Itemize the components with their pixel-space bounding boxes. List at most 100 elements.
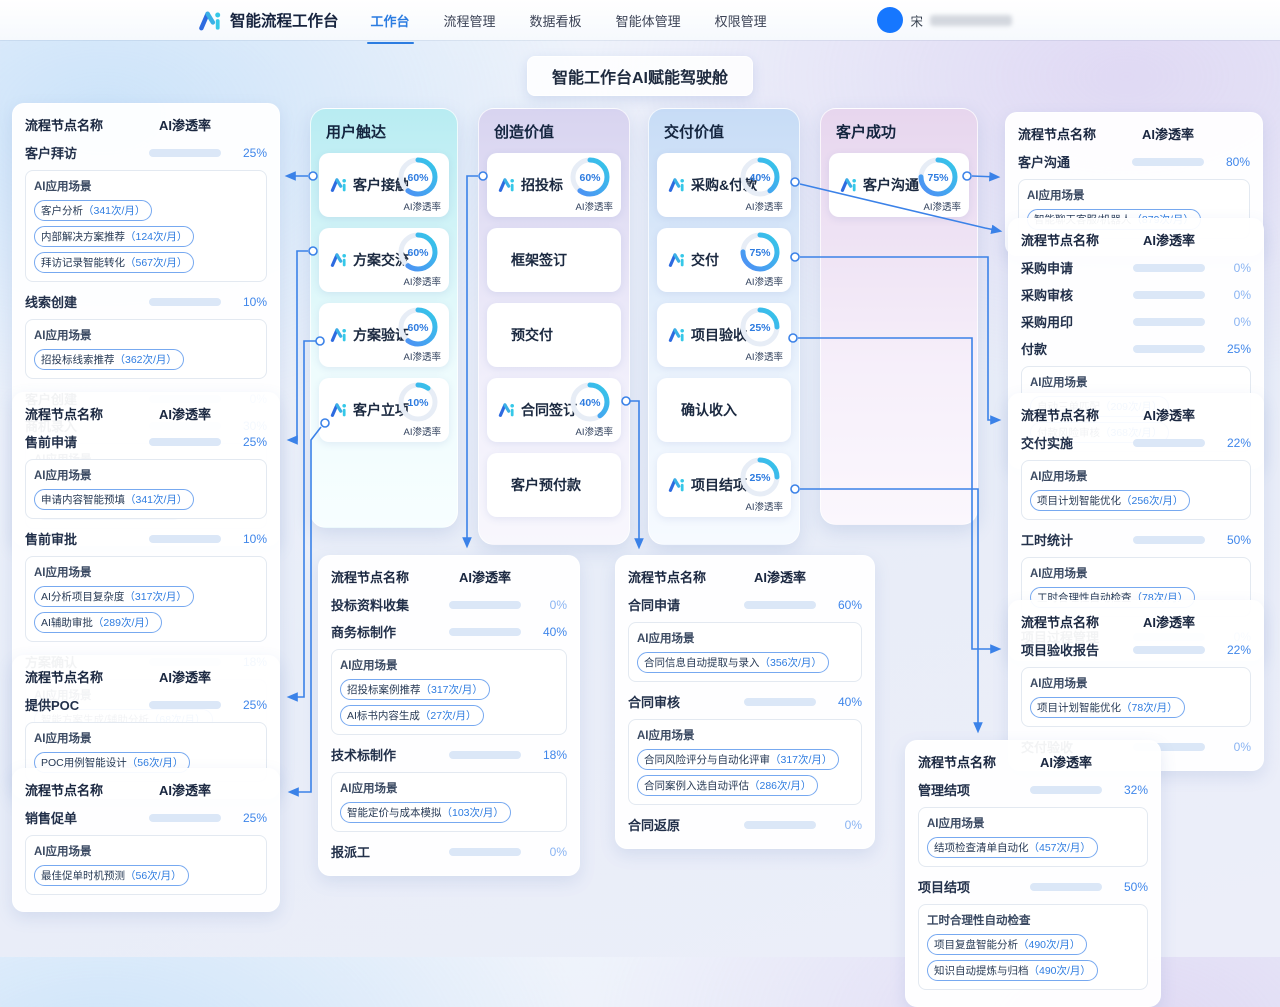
ai-penetration-donut: 60% xyxy=(568,155,612,199)
process-card[interactable]: 项目验收 25%AI渗透率 xyxy=(657,303,791,367)
process-card[interactable]: 预交付 xyxy=(487,303,621,367)
tab-permission-management[interactable]: 权限管理 xyxy=(713,7,769,34)
detail-panel: 流程节点名称AI渗透率管理结项32%AI应用场景结项检查清单自动化（457次/月… xyxy=(905,740,1161,1007)
avatar[interactable] xyxy=(877,7,903,33)
progress-bar xyxy=(1132,158,1204,166)
stage-title: 客户成功 xyxy=(836,123,969,143)
ai-scene-chip[interactable]: 合同案例入选自动评估（286次/月） xyxy=(637,775,818,796)
ai-scene-chip[interactable]: 最佳促单时机预测（56次/月） xyxy=(34,865,189,886)
ai-scene-chip[interactable]: 项目计划智能优化（256次/月） xyxy=(1030,490,1190,511)
process-card-name: 预交付 xyxy=(511,325,553,345)
percent-value: 40% xyxy=(822,695,862,709)
ai-penetration-donut: 10% xyxy=(396,380,440,424)
ai-scene-label: AI应用场景 xyxy=(637,727,853,743)
ai-penetration-donut: 75% xyxy=(738,230,782,274)
process-card[interactable]: 客户接触 60%AI渗透率 xyxy=(319,153,449,217)
process-node-row: 商务标制作40% xyxy=(331,622,567,641)
chip-count: （457次/月） xyxy=(1029,842,1091,854)
chip-count: （289次/月） xyxy=(93,617,155,629)
process-card[interactable]: 招投标 60%AI渗透率 xyxy=(487,153,621,217)
ai-scene-chip[interactable]: AI标书内容生成（27次/月） xyxy=(340,705,484,726)
chip-label: 合同案例入选自动评估 xyxy=(644,780,749,792)
process-card[interactable]: 客户沟通 75%AI渗透率 xyxy=(829,153,969,217)
process-node-name: 线索创建 xyxy=(25,292,143,311)
ai-scene-chip[interactable]: 合同信息自动提取与录入（356次/月） xyxy=(637,652,829,673)
chip-label: AI标书内容生成 xyxy=(347,710,420,722)
process-card[interactable]: 方案验证 60%AI渗透率 xyxy=(319,303,449,367)
ai-scene-chip[interactable]: 知识自动提炼与归档（490次/月） xyxy=(927,960,1098,981)
ai-scene-chip[interactable]: 项目计划智能优化（78次/月） xyxy=(1030,697,1185,718)
process-node-name: 项目结项 xyxy=(918,877,1024,896)
ai-scene-chip[interactable]: 拜访记录智能转化（567次/月） xyxy=(34,252,194,273)
process-card[interactable]: 项目结项 25%AI渗透率 xyxy=(657,453,791,517)
process-node-name: 售前申请 xyxy=(25,432,143,451)
ai-scene-chip[interactable]: 招投标案例推荐（317次/月） xyxy=(340,679,490,700)
chip-label: AI辅助审批 xyxy=(41,617,93,629)
progress-bar xyxy=(1133,264,1205,272)
tab-agent-management[interactable]: 智能体管理 xyxy=(614,7,683,34)
percent-value: 32% xyxy=(1108,783,1148,797)
stage-title: 交付价值 xyxy=(664,123,791,143)
ai-logo-icon xyxy=(668,477,686,494)
process-card[interactable]: 方案交流 60%AI渗透率 xyxy=(319,228,449,292)
tab-data-dashboard[interactable]: 数据看板 xyxy=(528,7,584,34)
process-card[interactable]: 框架签订 xyxy=(487,228,621,292)
donut-label: AI渗透率 xyxy=(576,424,613,438)
svg-text:40%: 40% xyxy=(749,172,771,184)
user-account[interactable]: 宋 xyxy=(877,7,1012,33)
ai-scene-label: AI应用场景 xyxy=(34,178,258,194)
node-name-column-header: 流程节点名称 xyxy=(628,567,738,586)
node-name-column-header: 流程节点名称 xyxy=(25,780,143,799)
ai-scene-box: 工时合理性自动检查项目复盘智能分析（490次/月） 知识自动提炼与归档（490次/… xyxy=(918,904,1148,990)
progress-bar xyxy=(149,701,221,709)
process-node-name: 管理结项 xyxy=(918,780,1024,799)
ai-scene-chip[interactable]: 申请内容智能预填（341次/月） xyxy=(34,489,194,510)
process-card[interactable]: 采购&付款 40%AI渗透率 xyxy=(657,153,791,217)
ai-scene-chip[interactable]: 内部解决方案推荐（124次/月） xyxy=(34,226,194,247)
process-card[interactable]: 交付 75%AI渗透率 xyxy=(657,228,791,292)
panel-header: 流程节点名称AI渗透率 xyxy=(628,567,862,586)
ai-scene-chip[interactable]: 客户分析（341次/月） xyxy=(34,200,152,221)
ai-scene-chip[interactable]: 智能定价与成本模拟（103次/月） xyxy=(340,802,511,823)
donut-label: AI渗透率 xyxy=(404,424,441,438)
ai-logo-icon xyxy=(498,177,516,194)
ai-scene-chip[interactable]: AI分析项目复杂度（317次/月） xyxy=(34,586,194,607)
ai-scene-chip[interactable]: 结项检查清单自动化（457次/月） xyxy=(927,837,1098,858)
process-node-row: 工时统计50% xyxy=(1021,530,1251,549)
ai-penetration-column-header: AI渗透率 xyxy=(449,567,521,586)
process-node-name: 投标资料收集 xyxy=(331,595,443,614)
chip-count: （256次/月） xyxy=(1121,495,1183,507)
progress-bar xyxy=(1030,883,1102,891)
process-node-row: 技术标制作18% xyxy=(331,745,567,764)
progress-bar xyxy=(449,751,521,759)
ai-scene-chip[interactable]: 合同风险评分与自动化评审（317次/月） xyxy=(637,749,839,770)
tab-process-management[interactable]: 流程管理 xyxy=(442,7,498,34)
panel-header: 流程节点名称AI渗透率 xyxy=(1021,612,1251,631)
brand: 智能流程工作台 xyxy=(198,9,339,32)
process-card[interactable]: 确认收入 xyxy=(657,378,791,442)
ai-scene-label: AI应用场景 xyxy=(340,780,558,796)
ai-scene-chip[interactable]: 招投标线索推荐（362次/月） xyxy=(34,349,184,370)
process-card[interactable]: 客户立项 10%AI渗透率 xyxy=(319,378,449,442)
ai-scene-chip[interactable]: 项目复盘智能分析（490次/月） xyxy=(927,934,1087,955)
progress-bar xyxy=(149,298,221,306)
process-card[interactable]: 合同签订 40%AI渗透率 xyxy=(487,378,621,442)
percent-value: 18% xyxy=(527,748,567,762)
ai-scene-chip[interactable]: AI辅助审批（289次/月） xyxy=(34,612,162,633)
ai-logo-icon xyxy=(330,327,348,344)
tab-workbench[interactable]: 工作台 xyxy=(369,7,412,34)
ai-logo-icon xyxy=(330,177,348,194)
ai-logo-icon xyxy=(330,402,348,419)
chip-count: （567次/月） xyxy=(125,257,187,269)
chip-label: 合同风险评分与自动化评审 xyxy=(644,754,770,766)
process-card[interactable]: 客户预付款 xyxy=(487,453,621,517)
process-node-row: 合同申请60% xyxy=(628,595,862,614)
process-node-name: 售前审批 xyxy=(25,529,143,548)
ai-scene-label: 工时合理性自动检查 xyxy=(927,912,1139,928)
ai-scene-label: AI应用场景 xyxy=(1030,565,1242,581)
node-name-column-header: 流程节点名称 xyxy=(1021,405,1127,424)
ai-scene-box: AI应用场景项目计划智能优化（78次/月） xyxy=(1021,667,1251,727)
percent-value: 0% xyxy=(1211,740,1251,754)
panel-header: 流程节点名称AI渗透率 xyxy=(25,780,267,799)
ai-penetration-donut: 60% xyxy=(396,155,440,199)
